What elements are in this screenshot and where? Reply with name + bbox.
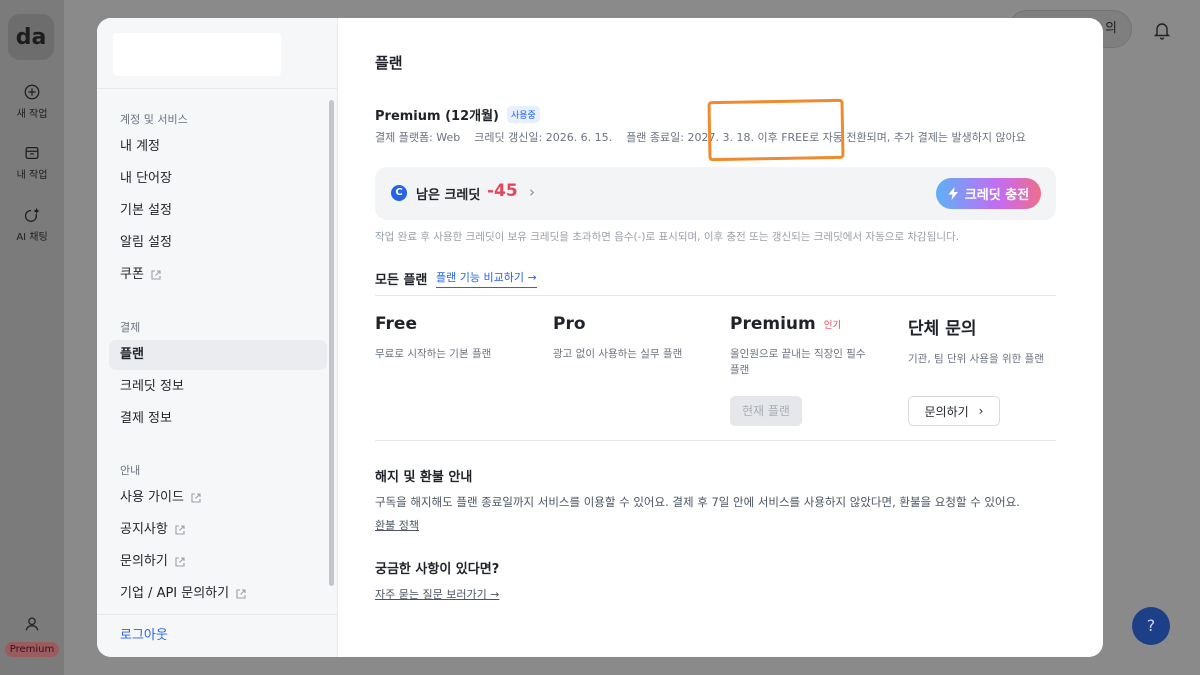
plus-circle-icon xyxy=(24,84,40,100)
chevron-right-icon: › xyxy=(978,404,984,418)
settings-modal: 계정 및 서비스 내 계정 내 단어장 기본 설정 알림 설정 쿠폰 결제 플랜… xyxy=(97,18,1103,657)
sidebar-item-label: 사용 가이드 xyxy=(120,490,184,505)
settings-sidebar: 계정 및 서비스 내 계정 내 단어장 기본 설정 알림 설정 쿠폰 결제 플랜… xyxy=(97,18,338,657)
sidebar-item-label: 크레딧 정보 xyxy=(120,379,184,394)
annotation-highlight-box xyxy=(707,98,845,162)
sidebar-item-notices[interactable]: 공지사항 xyxy=(109,515,327,545)
remaining-credit-card: C 남은 크레딧 -45 › 크레딧 충전 xyxy=(375,167,1056,220)
current-plan-button[interactable]: 현재 플랜 xyxy=(730,396,802,426)
sidebar-item-label: 기업 / API 문의하기 xyxy=(120,586,230,601)
app-rail: da 새 작업 내 작업 AI 채팅 Premium xyxy=(0,0,64,675)
current-plan-label: Premium (12개월) xyxy=(375,109,499,124)
current-plan-name: Premium (12개월) 사용중 xyxy=(375,105,540,124)
plan-name: Pro xyxy=(553,314,586,334)
all-plans-title: 모든 플랜 xyxy=(375,273,428,288)
sidebar-item-label: 내 단어장 xyxy=(120,171,172,186)
rail-label: 새 작업 xyxy=(16,109,48,120)
divider xyxy=(97,614,338,615)
sidebar-item-label: 기본 설정 xyxy=(120,203,172,218)
section-title-guide: 안내 xyxy=(120,464,141,477)
status-badge: 사용중 xyxy=(506,106,540,123)
external-link-icon xyxy=(175,557,185,567)
plan-badge: Premium xyxy=(5,642,59,657)
plan-description: 올인원으로 끝내는 직장인 필수 플랜 xyxy=(730,348,866,376)
compare-plans-link[interactable]: 플랜 기능 비교하기 → xyxy=(436,269,537,288)
bell-icon[interactable] xyxy=(1150,18,1174,42)
popular-tag: 인기 xyxy=(823,320,842,331)
sidebar-item-label: 플랜 xyxy=(120,347,144,362)
user-icon xyxy=(25,617,39,631)
plan-name: Premium xyxy=(730,314,816,334)
plan-name: 단체 문의 xyxy=(908,319,977,339)
rail-ai-chat[interactable]: AI 채팅 xyxy=(0,206,64,243)
sidebar-item-credit-info[interactable]: 크레딧 정보 xyxy=(109,372,327,402)
faq-title: 궁금한 사항이 있다면? xyxy=(375,562,500,577)
help-button[interactable]: ? xyxy=(1132,607,1170,645)
plan-card-group: 단체 문의 기관, 팀 단위 사용을 위한 플랜 xyxy=(908,314,1078,367)
sidebar-item-vocabulary[interactable]: 내 단어장 xyxy=(109,164,327,194)
contact-button[interactable]: 문의하기 › xyxy=(908,396,1000,426)
credit-label: 남은 크레딧 xyxy=(416,188,481,203)
sidebar-item-basic-settings[interactable]: 기본 설정 xyxy=(109,196,327,226)
charge-credit-label: 크레딧 충전 xyxy=(964,188,1030,203)
external-link-icon xyxy=(175,525,185,535)
credit-coin-icon: C xyxy=(391,185,407,201)
sidebar-item-label: 결제 정보 xyxy=(120,411,172,426)
faq-link[interactable]: 자주 묻는 질문 보러가기 → xyxy=(375,586,499,602)
contact-button-label: 문의하기 xyxy=(924,404,969,419)
sidebar-item-coupon[interactable]: 쿠폰 xyxy=(109,260,327,290)
sidebar-item-my-account[interactable]: 내 계정 xyxy=(109,132,327,162)
sidebar-item-plan[interactable]: 플랜 xyxy=(109,340,327,370)
plan-description: 기관, 팀 단위 사용을 위한 플랜 xyxy=(908,353,1044,365)
sidebar-item-user-guide[interactable]: 사용 가이드 xyxy=(109,483,327,513)
section-title-account: 계정 및 서비스 xyxy=(120,113,188,126)
logout-link[interactable]: 로그아웃 xyxy=(120,624,168,643)
external-link-icon xyxy=(236,589,246,599)
plan-card-free: Free 무료로 시작하는 기본 플랜 xyxy=(375,314,545,362)
sidebar-item-label: 문의하기 xyxy=(120,554,168,569)
payment-platform: 결제 플랫폼: Web xyxy=(375,131,461,144)
plan-card-premium: Premium 인기 올인원으로 끝내는 직장인 필수 플랜 xyxy=(730,314,900,378)
rail-profile[interactable] xyxy=(0,615,64,637)
plan-description: 광고 없이 사용하는 실무 플랜 xyxy=(553,348,683,360)
rail-new-task[interactable]: 새 작업 xyxy=(0,83,64,120)
divider xyxy=(97,88,338,89)
plan-card-pro: Pro 광고 없이 사용하는 실무 플랜 xyxy=(553,314,723,362)
sidebar-item-label: 내 계정 xyxy=(120,139,161,154)
plan-name: Free xyxy=(375,314,417,334)
sidebar-item-notification-settings[interactable]: 알림 설정 xyxy=(109,228,327,258)
lightning-icon xyxy=(948,187,958,200)
sidebar-logo-placeholder xyxy=(113,33,281,76)
sidebar-item-label: 공지사항 xyxy=(120,522,168,537)
sparkle-chat-icon xyxy=(24,207,40,222)
divider xyxy=(375,295,1056,296)
refund-text: 구독을 해지해도 플랜 종료일까지 서비스를 이용할 수 있어요. 결제 후 7… xyxy=(375,495,1020,509)
credit-value: -45 xyxy=(487,181,518,201)
refund-policy-link[interactable]: 환불 정책 xyxy=(375,517,419,533)
chevron-right-icon[interactable]: › xyxy=(529,183,535,201)
sidebar-item-payment-info[interactable]: 결제 정보 xyxy=(109,404,327,434)
external-link-icon xyxy=(151,270,161,280)
credit-note: 작업 완료 후 사용한 크레딧이 보유 크레딧을 초과하면 음수(-)로 표시되… xyxy=(375,231,960,243)
plan-panel: 플랜 Premium (12개월) 사용중 결제 플랫폼: Web 크레딧 갱신… xyxy=(338,18,1103,657)
sidebar-item-label: 쿠폰 xyxy=(120,267,144,282)
sidebar-item-label: 알림 설정 xyxy=(120,235,172,250)
section-title-payment: 결제 xyxy=(120,321,141,334)
divider xyxy=(375,440,1056,441)
app-logo[interactable]: da xyxy=(8,14,54,60)
page-title: 플랜 xyxy=(375,54,403,72)
external-link-icon xyxy=(191,493,201,503)
plan-description: 무료로 시작하는 기본 플랜 xyxy=(375,348,492,360)
rail-label: AI 채팅 xyxy=(16,232,48,243)
sidebar-item-enterprise-api[interactable]: 기업 / API 문의하기 xyxy=(109,579,327,609)
credit-renewal-date: 크레딧 갱신일: 2026. 6. 15. xyxy=(474,131,613,144)
charge-credit-button[interactable]: 크레딧 충전 xyxy=(936,178,1041,209)
archive-icon xyxy=(25,146,39,160)
sidebar-item-contact[interactable]: 문의하기 xyxy=(109,547,327,577)
rail-my-tasks[interactable]: 내 작업 xyxy=(0,144,64,181)
rail-label: 내 작업 xyxy=(16,170,48,181)
refund-title: 해지 및 환불 안내 xyxy=(375,470,473,485)
current-plan-meta: 결제 플랫폼: Web 크레딧 갱신일: 2026. 6. 15. 플랜 종료일… xyxy=(375,129,1026,145)
sidebar-scrollbar[interactable] xyxy=(329,100,334,586)
